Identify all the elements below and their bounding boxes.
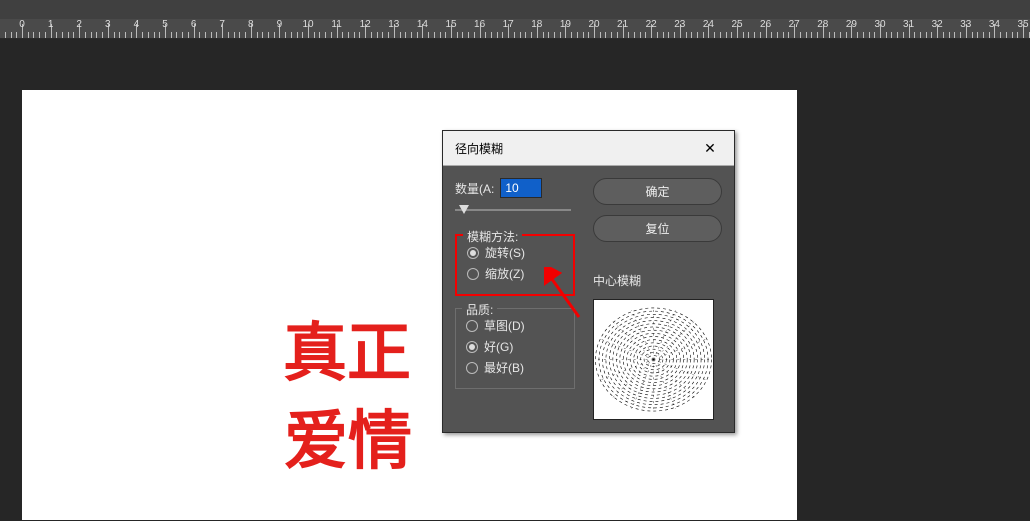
ruler-label: 18 [531,19,542,30]
ruler-label: 4 [134,19,140,30]
method-legend: 模糊方法: [463,228,522,245]
ruler-label: 19 [560,19,571,30]
method-label-1: 缩放(Z) [485,265,524,282]
dialog-body: 数量(A: 模糊方法: 旋转(S) 缩放(Z) 品质: 草图(D) 好(G) 最好(B… [443,166,734,432]
amount-row: 数量(A: [455,178,575,198]
amount-label: 数量(A: [455,180,494,197]
ruler-label: 16 [474,19,485,30]
blur-method-group: 模糊方法: 旋转(S)缩放(Z) [455,234,575,296]
ruler-label: 3 [105,19,111,30]
ruler-label: 22 [646,19,657,30]
ruler-label: 26 [760,19,771,30]
method-radio-1[interactable] [467,268,479,280]
ruler-label: 31 [903,19,914,30]
app-topbar [0,0,1030,19]
method-option-1[interactable]: 缩放(Z) [467,263,563,284]
quality-label-2: 最好(B) [484,359,524,376]
ruler-label: 23 [674,19,685,30]
canvas-text-line-2: 爱情 [284,390,412,482]
ruler-label: 14 [417,19,428,30]
ruler-label: 1 [48,19,54,30]
quality-group: 品质: 草图(D)好(G)最好(B) [455,308,575,389]
ruler-label: 20 [588,19,599,30]
ruler-label: 28 [817,19,828,30]
close-button[interactable]: ✕ [694,137,726,159]
quality-option-1[interactable]: 好(G) [466,336,564,357]
ruler-label: 9 [277,19,283,30]
ruler-label: 17 [503,19,514,30]
ruler-label: 6 [191,19,197,30]
quality-label-1: 好(G) [484,338,513,355]
blur-preview-svg [594,300,713,419]
dialog-titlebar[interactable]: 径向模糊 ✕ [443,131,734,166]
ruler-label: 32 [932,19,943,30]
ruler-label: 0 [19,19,25,30]
ruler-label: 11 [331,19,341,30]
ruler-label: 33 [960,19,971,30]
quality-radio-0[interactable] [466,320,478,332]
reset-button[interactable]: 复位 [593,215,722,242]
ruler-label: 7 [219,19,225,30]
method-label-0: 旋转(S) [485,244,525,261]
ruler-label: 34 [989,19,1000,30]
ok-button[interactable]: 确定 [593,178,722,205]
method-radio-0[interactable] [467,247,479,259]
ruler-label: 10 [302,19,313,30]
ruler-label: 12 [360,19,371,30]
ruler-label: 5 [162,19,168,30]
center-blur-label: 中心模糊 [593,272,722,289]
slider-knob[interactable] [459,205,469,214]
slider-track [455,209,571,211]
quality-label-0: 草图(D) [484,317,525,334]
quality-radio-2[interactable] [466,362,478,374]
amount-input[interactable] [500,178,542,198]
quality-option-2[interactable]: 最好(B) [466,357,564,378]
ruler-label: 35 [1017,19,1028,30]
ruler-label: 8 [248,19,254,30]
workspace: 真正 爱情 径向模糊 ✕ 数量(A: 模糊方法: 旋转(S) 缩放(Z) [0,39,1030,521]
ruler-label: 24 [703,19,714,30]
radial-blur-dialog[interactable]: 径向模糊 ✕ 数量(A: 模糊方法: 旋转(S) 缩放(Z) 品质: 草图(D) 好… [442,130,735,433]
dialog-right-column: 确定 复位 中心模糊 [593,178,722,420]
dialog-title: 径向模糊 [455,140,503,157]
quality-legend: 品质: [462,301,497,318]
canvas-text-line-1: 真正 [283,302,411,394]
ruler-label: 30 [874,19,885,30]
dialog-left-column: 数量(A: 模糊方法: 旋转(S) 缩放(Z) 品质: 草图(D) 好(G) 最好(B… [455,178,575,420]
ruler-label: 2 [76,19,82,30]
quality-option-0[interactable]: 草图(D) [466,315,564,336]
quality-radio-1[interactable] [466,341,478,353]
amount-slider[interactable] [455,204,571,216]
horizontal-ruler: -101234567891011121314151617181920212223… [0,19,1030,39]
ruler-label: 21 [617,19,628,30]
blur-preview[interactable] [593,299,714,420]
ruler-label: 29 [846,19,857,30]
method-option-0[interactable]: 旋转(S) [467,242,563,263]
ruler-label: 27 [789,19,800,30]
ruler-label: 15 [445,19,456,30]
ruler-label: 25 [731,19,742,30]
ruler-label: 13 [388,19,399,30]
